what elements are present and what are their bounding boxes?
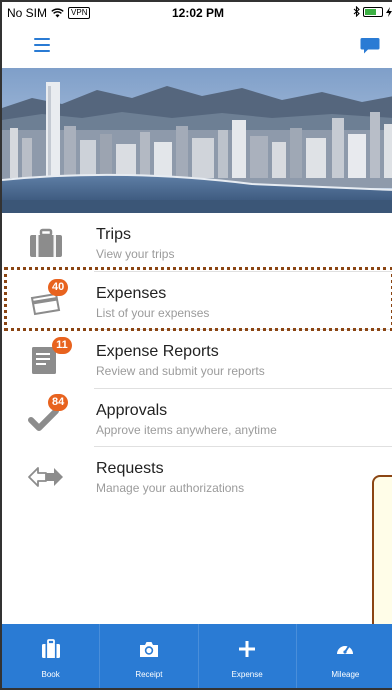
status-time: 12:02 PM (171, 6, 225, 20)
tab-expense[interactable]: Expense (199, 624, 297, 688)
tab-receipt[interactable]: Receipt (100, 624, 199, 688)
app-screen: No SIM VPN 12:02 PM Trips View your trip… (0, 0, 392, 690)
menu-item-requests[interactable]: Requests Manage your authorizations (2, 447, 392, 506)
menu-item-title: Expense Reports (96, 343, 219, 360)
hamburger-icon (34, 38, 50, 40)
tab-mileage[interactable]: Mileage (297, 624, 392, 688)
expenses-count-badge: 40 (48, 278, 69, 296)
tab-label: Expense (231, 670, 263, 679)
menu-item-title: Requests (96, 460, 164, 477)
bluetooth-icon (353, 6, 360, 17)
approvals-count-badge: 84 (48, 393, 69, 411)
menu-item-subtitle: List of your expenses (96, 305, 210, 320)
menu-item-subtitle: View your trips (96, 247, 175, 261)
menu-item-title: Expenses (96, 284, 167, 302)
menu-item-expense-reports[interactable]: 11 Expense Reports Review and submit you… (2, 330, 392, 389)
battery-level (365, 8, 377, 15)
city-skyline-image (2, 68, 392, 213)
main-menu-list: Trips View your trips 40 Expenses List o… (2, 213, 392, 506)
bottom-tab-bar: Book Receipt Expense Mileage (2, 624, 392, 688)
hamburger-line (34, 44, 50, 46)
tab-label: Mileage (331, 670, 360, 679)
tab-book[interactable]: Book (2, 624, 101, 688)
menu-item-title: Trips (96, 226, 131, 243)
hamburger-line (34, 50, 50, 52)
tab-label: Book (41, 670, 60, 679)
menu-item-subtitle: Review and submit your reports (96, 364, 265, 378)
battery-icon (363, 6, 383, 17)
menu-item-expenses[interactable]: 40 Expenses List of your expenses (2, 272, 392, 330)
hamburger-menu-button[interactable] (34, 38, 50, 52)
charging-icon (386, 6, 392, 17)
speedometer-icon (337, 645, 354, 654)
menu-item-subtitle: Approve items anywhere, anytime (96, 422, 277, 437)
camera-icon (139, 642, 158, 657)
tab-label: Receipt (135, 670, 163, 679)
exchange-arrows-icon (28, 467, 63, 487)
status-bar: No SIM VPN 12:02 PM (2, 2, 392, 26)
briefcase-icon (30, 228, 62, 257)
menu-item-subtitle: Manage your authorizations (96, 481, 245, 495)
status-right (353, 6, 392, 17)
menu-item-trips[interactable]: Trips View your trips (2, 213, 392, 272)
chat-bubble-icon[interactable] (360, 37, 380, 55)
briefcase-icon (41, 639, 60, 658)
expense-reports-count-badge: 11 (52, 337, 72, 354)
menu-item-title: Approvals (96, 401, 168, 419)
plus-icon (239, 641, 256, 657)
top-nav-bar (2, 26, 392, 68)
menu-item-approvals[interactable]: 84 Approvals Approve items anywhere, any… (2, 389, 392, 447)
